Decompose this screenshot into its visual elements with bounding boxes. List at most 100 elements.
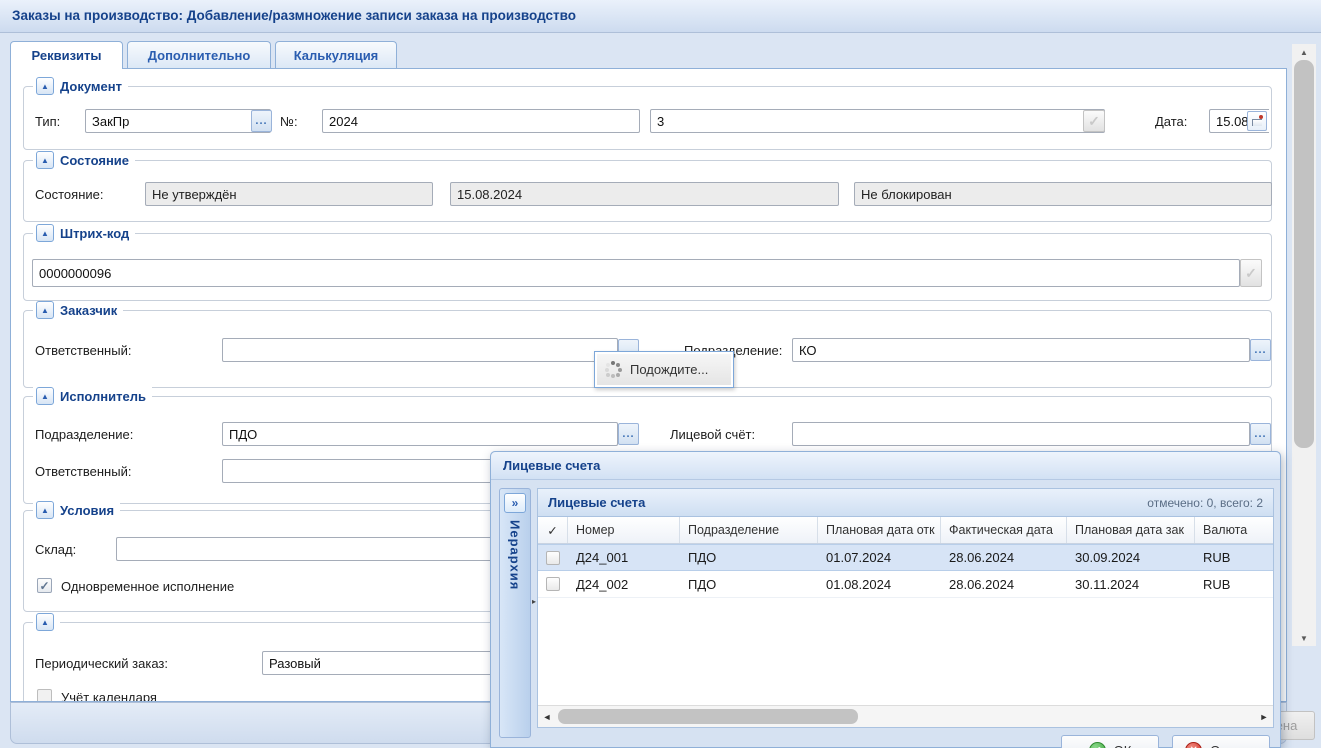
simultaneous-label: Одновременное исполнение (61, 579, 234, 594)
section-document-title: Документ (60, 79, 122, 94)
cell-plan-close: 30.11.2024 (1067, 571, 1195, 598)
column-plan-open[interactable]: Плановая дата отк (818, 517, 941, 543)
section-executor-title: Исполнитель (60, 389, 146, 404)
simultaneous-checkbox[interactable]: ✓ (37, 578, 52, 593)
state-status-field (145, 182, 433, 206)
number-label: №: (280, 114, 298, 129)
date-label: Дата: (1155, 114, 1187, 129)
executor-account-label: Лицевой счёт: (670, 427, 755, 442)
customer-division-input[interactable] (792, 338, 1250, 362)
executor-division-label: Подразделение: (35, 427, 133, 442)
wait-popup: Подождите... (594, 351, 734, 388)
collapse-icon[interactable]: ▲ (36, 613, 54, 631)
row-checkbox[interactable] (546, 551, 560, 565)
warehouse-input[interactable] (116, 537, 518, 561)
section-state: ▲ Состояние Состояние: (23, 160, 1272, 222)
number-year-input[interactable] (322, 109, 640, 133)
popup-cancel-button[interactable]: ✕ Отмена (1172, 735, 1270, 748)
wait-popup-text: Подождите... (630, 362, 708, 377)
cell-currency: RUB (1195, 571, 1273, 598)
row-checkbox[interactable] (546, 577, 560, 591)
executor-account-input[interactable] (792, 422, 1250, 446)
collapse-icon[interactable]: ▲ (36, 224, 54, 242)
collapse-icon[interactable]: ▲ (36, 387, 54, 405)
section-document: ▲ Документ Тип: ... №: ✓ Дата: (23, 86, 1272, 150)
accounts-grid-counter: отмечено: 0, всего: 2 (1147, 496, 1263, 510)
number-confirm-icon[interactable]: ✓ (1083, 110, 1105, 132)
checkbox-check-icon: ✓ (39, 579, 49, 593)
section-conditions-title: Условия (60, 503, 114, 518)
cell-plan-open: 01.07.2024 (818, 544, 941, 571)
spinner-icon (605, 361, 622, 378)
executor-account-lookup-button[interactable]: ... (1250, 423, 1271, 445)
table-row[interactable]: Д24_002 ПДО 01.08.2024 28.06.2024 30.11.… (538, 571, 1273, 598)
accounts-grid: Лицевые счета отмечено: 0, всего: 2 ✓ Но… (537, 488, 1274, 728)
popup-ok-label: ОК (1114, 743, 1132, 748)
periodic-order-input[interactable] (262, 651, 518, 675)
calendar-account-checkbox[interactable] (37, 689, 52, 702)
scroll-up-icon[interactable]: ▲ (1292, 44, 1316, 60)
cell-number: Д24_002 (568, 571, 680, 598)
accounts-popup-titlebar[interactable]: Лицевые счета (491, 452, 1280, 480)
cell-number: Д24_001 (568, 544, 680, 571)
customer-responsible-input[interactable] (222, 338, 618, 362)
tab-requisites[interactable]: Реквизиты (10, 41, 123, 69)
accounts-grid-title: Лицевые счета (548, 495, 645, 510)
column-number[interactable]: Номер (568, 517, 680, 543)
cell-division: ПДО (680, 544, 818, 571)
cell-currency: RUB (1195, 544, 1273, 571)
executor-division-input[interactable] (222, 422, 618, 446)
scroll-down-icon[interactable]: ▼ (1292, 630, 1316, 646)
collapse-icon[interactable]: ▲ (36, 501, 54, 519)
popup-ok-button[interactable]: ✔ ОК (1061, 735, 1159, 748)
ok-icon: ✔ (1089, 742, 1106, 748)
column-check[interactable]: ✓ (538, 517, 568, 543)
splitter-handle-icon[interactable]: ▸ (532, 597, 536, 606)
horizontal-scrollbar[interactable]: ◄ ► (538, 705, 1273, 727)
column-currency[interactable]: Валюта (1195, 517, 1273, 543)
type-input[interactable] (85, 109, 271, 133)
section-barcode: ▲ Штрих-код ✓ (23, 233, 1272, 301)
hierarchy-panel-label: Иерархия (508, 520, 523, 590)
barcode-confirm-icon[interactable]: ✓ (1240, 259, 1262, 287)
state-label: Состояние: (35, 187, 103, 202)
hierarchy-panel: » Иерархия (499, 488, 531, 738)
state-block-field (854, 182, 1272, 206)
table-header-row: ✓ Номер Подразделение Плановая дата отк … (538, 517, 1273, 544)
calendar-account-label: Учёт календаря (61, 690, 157, 702)
section-barcode-title: Штрих-код (60, 226, 129, 241)
scroll-right-icon[interactable]: ► (1255, 706, 1273, 728)
calendar-icon[interactable] (1247, 111, 1267, 131)
scroll-left-icon[interactable]: ◄ (538, 706, 556, 728)
cell-plan-open: 01.08.2024 (818, 571, 941, 598)
executor-division-lookup-button[interactable]: ... (618, 423, 639, 445)
column-division[interactable]: Подразделение (680, 517, 818, 543)
hierarchy-expand-button[interactable]: » (504, 493, 526, 513)
cell-plan-close: 30.09.2024 (1067, 544, 1195, 571)
collapse-icon[interactable]: ▲ (36, 301, 54, 319)
vertical-scrollbar[interactable]: ▲ ▼ (1292, 44, 1316, 646)
cell-fact-date: 28.06.2024 (941, 544, 1067, 571)
cancel-icon: ✕ (1185, 742, 1202, 748)
collapse-icon[interactable]: ▲ (36, 151, 54, 169)
section-customer-title: Заказчик (60, 303, 117, 318)
barcode-input[interactable] (32, 259, 1240, 287)
tab-calculation[interactable]: Калькуляция (275, 41, 397, 68)
accounts-grid-header: Лицевые счета отмечено: 0, всего: 2 (538, 489, 1273, 517)
collapse-icon[interactable]: ▲ (36, 77, 54, 95)
customer-division-lookup-button[interactable]: ... (1250, 339, 1271, 361)
periodic-order-label: Периодический заказ: (35, 656, 168, 671)
column-plan-close[interactable]: Плановая дата зак (1067, 517, 1195, 543)
column-fact-date[interactable]: Фактическая дата (941, 517, 1067, 543)
table-row[interactable]: Д24_001 ПДО 01.07.2024 28.06.2024 30.09.… (538, 544, 1273, 571)
type-lookup-button[interactable]: ... (251, 110, 272, 132)
horizontal-scrollbar-thumb[interactable] (558, 709, 858, 724)
vertical-scrollbar-thumb[interactable] (1294, 60, 1314, 448)
section-state-title: Состояние (60, 153, 129, 168)
warehouse-label: Склад: (35, 542, 76, 557)
state-date-field (450, 182, 839, 206)
cell-division: ПДО (680, 571, 818, 598)
number-input[interactable] (650, 109, 1105, 133)
tab-additional[interactable]: Дополнительно (127, 41, 271, 68)
accounts-popup: Лицевые счета » Иерархия ▸ Лицевые счета… (490, 451, 1281, 748)
